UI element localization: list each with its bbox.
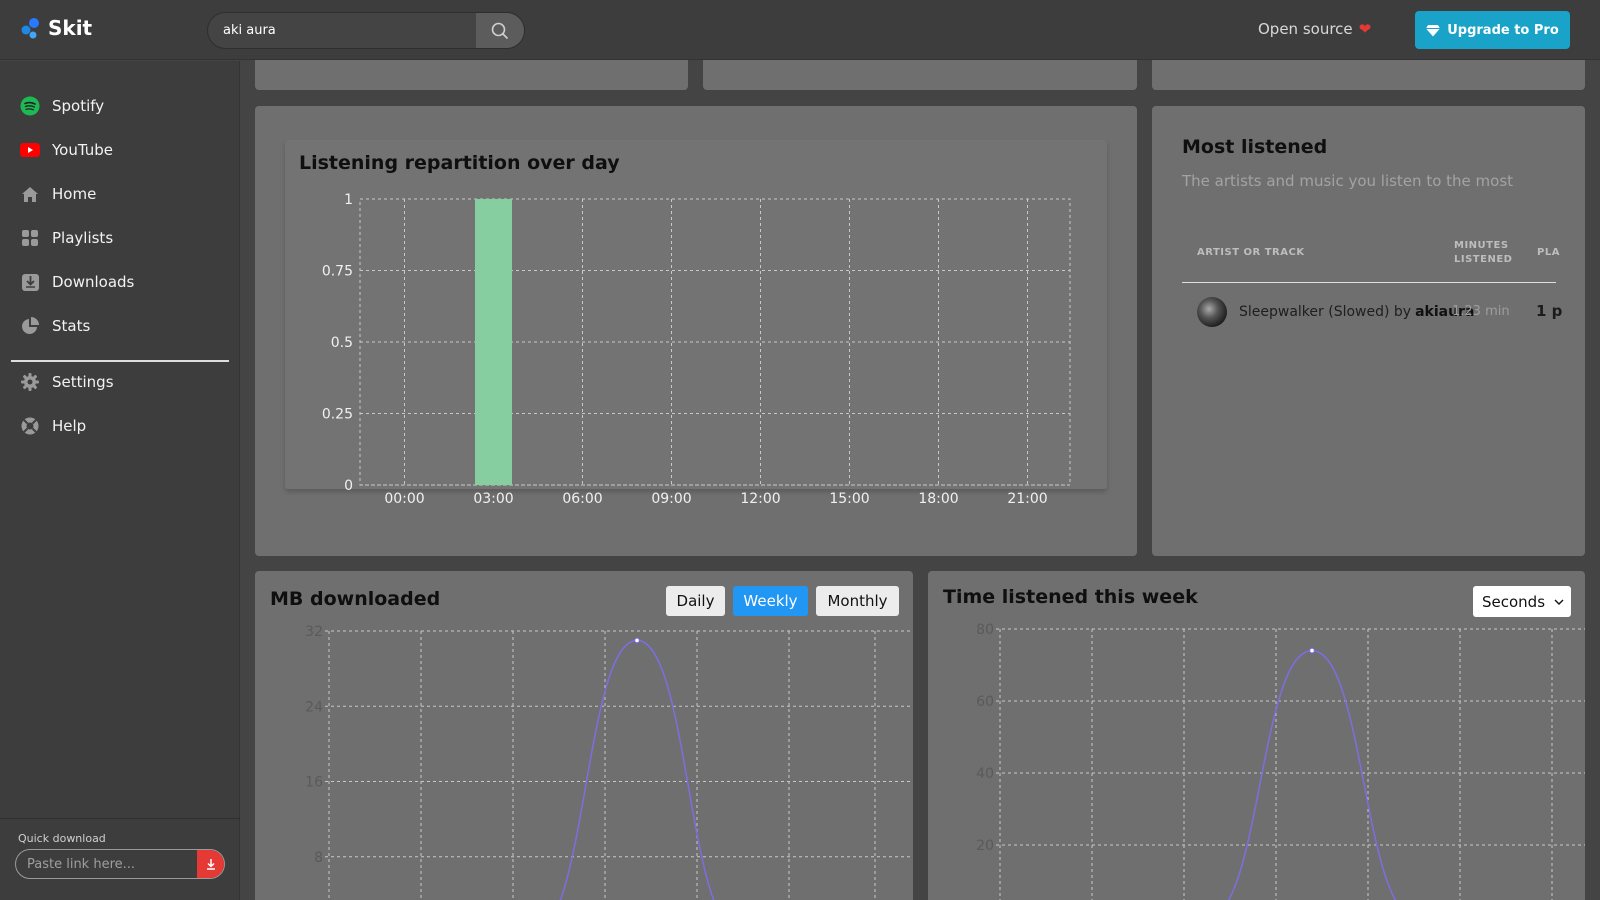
most-listened-card: Most listened The artists and music you … bbox=[1152, 106, 1585, 556]
series-line bbox=[1227, 649, 1397, 900]
top-bar: Skit Open source ❤ Upgrade to Pro bbox=[0, 0, 1600, 60]
playlists-icon bbox=[20, 228, 40, 248]
heart-icon: ❤ bbox=[1358, 20, 1372, 38]
x-tick-label: 18:00 bbox=[918, 491, 958, 507]
data-point[interactable] bbox=[634, 637, 640, 644]
time-listened-line-chart: 20 40 60 80 bbox=[976, 622, 1585, 900]
y-tick-label: 40 bbox=[976, 766, 994, 782]
youtube-icon bbox=[20, 140, 40, 160]
table-row[interactable]: Sleepwalker (Slowed) by akiaura bbox=[1197, 297, 1474, 327]
listening-bar-chart: 0 0.25 0.5 0.75 1 00:00 03:00 06:00 09:00 12:00 15… bbox=[322, 192, 1071, 507]
minutes-listened-value: 1.23 min bbox=[1452, 304, 1510, 319]
column-header-minutes: MINUTES LISTENED bbox=[1454, 240, 1513, 265]
sidebar-item-home[interactable]: Home bbox=[20, 179, 96, 209]
app-name: Skit bbox=[48, 16, 93, 40]
x-tick-label: 21:00 bbox=[1007, 491, 1047, 507]
download-icon bbox=[206, 859, 215, 870]
sidebar-item-label: Spotify bbox=[52, 97, 105, 115]
gear-icon bbox=[20, 372, 40, 392]
table-header-divider bbox=[1182, 282, 1556, 283]
sidebar-item-label: Playlists bbox=[52, 229, 114, 247]
sidebar-item-label: Downloads bbox=[52, 273, 135, 291]
chart-grid bbox=[325, 630, 913, 900]
series-line bbox=[559, 639, 715, 900]
x-tick-label: 03:00 bbox=[473, 491, 513, 507]
sidebar-item-settings[interactable]: Settings bbox=[20, 367, 114, 397]
y-tick-label: 1 bbox=[344, 192, 353, 208]
sidebar-divider bbox=[11, 360, 229, 362]
diamond-icon bbox=[1426, 24, 1441, 36]
open-source-label: Open source bbox=[1258, 20, 1353, 38]
bar-03:00[interactable] bbox=[475, 199, 512, 485]
track-name: Sleepwalker (Slowed) by bbox=[1239, 304, 1412, 320]
y-tick-label: 0.25 bbox=[322, 407, 353, 423]
y-tick-label: 0.5 bbox=[331, 335, 353, 351]
sidebar-item-spotify[interactable]: Spotify bbox=[20, 91, 104, 121]
x-tick-label: 00:00 bbox=[384, 491, 424, 507]
quick-download-panel: Quick download bbox=[0, 818, 240, 900]
mb-downloaded-line-chart: 8 16 24 32 bbox=[305, 624, 913, 900]
y-tick-label: 20 bbox=[976, 838, 994, 854]
y-tick-label: 0 bbox=[344, 478, 353, 494]
listening-chart-panel: Listening repartition over day 0 0.25 0.5 0… bbox=[285, 140, 1107, 507]
app-logo[interactable]: Skit bbox=[20, 16, 92, 40]
x-tick-label: 06:00 bbox=[562, 491, 602, 507]
stat-card-3 bbox=[1152, 60, 1585, 90]
most-listened-subtitle: The artists and music you listen to the … bbox=[1182, 172, 1514, 190]
home-icon bbox=[20, 184, 40, 204]
search-icon bbox=[491, 22, 509, 39]
column-header-artist: ARTIST OR TRACK bbox=[1197, 247, 1305, 258]
most-listened-title: Most listened bbox=[1182, 136, 1328, 158]
help-icon bbox=[20, 416, 40, 436]
quick-download-input[interactable] bbox=[16, 850, 197, 878]
sidebar-item-label: Help bbox=[52, 417, 87, 435]
x-tick-label: 15:00 bbox=[829, 491, 869, 507]
upgrade-button[interactable]: Upgrade to Pro bbox=[1415, 11, 1570, 49]
sidebar-item-playlists[interactable]: Playlists bbox=[20, 223, 113, 253]
sidebar-item-label: Settings bbox=[52, 373, 114, 391]
time-listened-card: Time listened this week Seconds 20 40 60 80 bbox=[928, 571, 1585, 900]
column-header-plays: PLA bbox=[1537, 247, 1560, 258]
spotify-icon bbox=[20, 96, 40, 116]
y-tick-label: 24 bbox=[305, 699, 323, 715]
y-tick-label: 32 bbox=[305, 624, 323, 640]
sidebar-item-help[interactable]: Help bbox=[20, 411, 86, 441]
pie-chart-icon bbox=[20, 316, 40, 336]
search-input[interactable] bbox=[208, 13, 476, 48]
quick-download-button[interactable] bbox=[197, 850, 224, 878]
sidebar-item-youtube[interactable]: YouTube bbox=[20, 135, 113, 165]
quick-download-box bbox=[15, 849, 225, 879]
sidebar-item-downloads[interactable]: Downloads bbox=[20, 267, 134, 297]
stat-card-1 bbox=[255, 60, 688, 90]
y-tick-label: 0.75 bbox=[322, 264, 353, 280]
listening-repartition-card: Listening repartition over day 0 0.25 0.5 0… bbox=[255, 106, 1137, 556]
sidebar-item-stats[interactable]: Stats bbox=[20, 311, 90, 341]
x-tick-label: 12:00 bbox=[740, 491, 780, 507]
sidebar: Spotify YouTube Home Playlists Downloads… bbox=[0, 61, 240, 900]
logo-icon bbox=[21, 18, 39, 39]
downloads-icon bbox=[20, 272, 40, 292]
data-point[interactable] bbox=[1309, 647, 1315, 654]
chart-grid bbox=[359, 198, 1071, 486]
plays-value: 1 p bbox=[1536, 302, 1563, 320]
search-bar bbox=[207, 12, 525, 49]
x-tick-label: 09:00 bbox=[651, 491, 691, 507]
sidebar-item-label: Home bbox=[52, 185, 97, 203]
stat-card-2 bbox=[703, 60, 1137, 90]
y-tick-label: 60 bbox=[976, 694, 994, 710]
sidebar-item-label: YouTube bbox=[52, 141, 113, 159]
quick-download-label: Quick download bbox=[18, 832, 106, 845]
sidebar-item-label: Stats bbox=[52, 317, 91, 335]
search-button[interactable] bbox=[476, 13, 524, 48]
y-tick-label: 16 bbox=[305, 775, 323, 791]
track-avatar bbox=[1197, 297, 1227, 327]
mb-downloaded-card: MB downloaded Daily Weekly Monthly 8 16 24… bbox=[255, 571, 913, 900]
y-tick-label: 8 bbox=[314, 850, 323, 866]
y-tick-label: 80 bbox=[976, 622, 994, 638]
open-source-link[interactable]: Open source ❤ bbox=[1258, 20, 1371, 38]
upgrade-label: Upgrade to Pro bbox=[1447, 22, 1559, 38]
